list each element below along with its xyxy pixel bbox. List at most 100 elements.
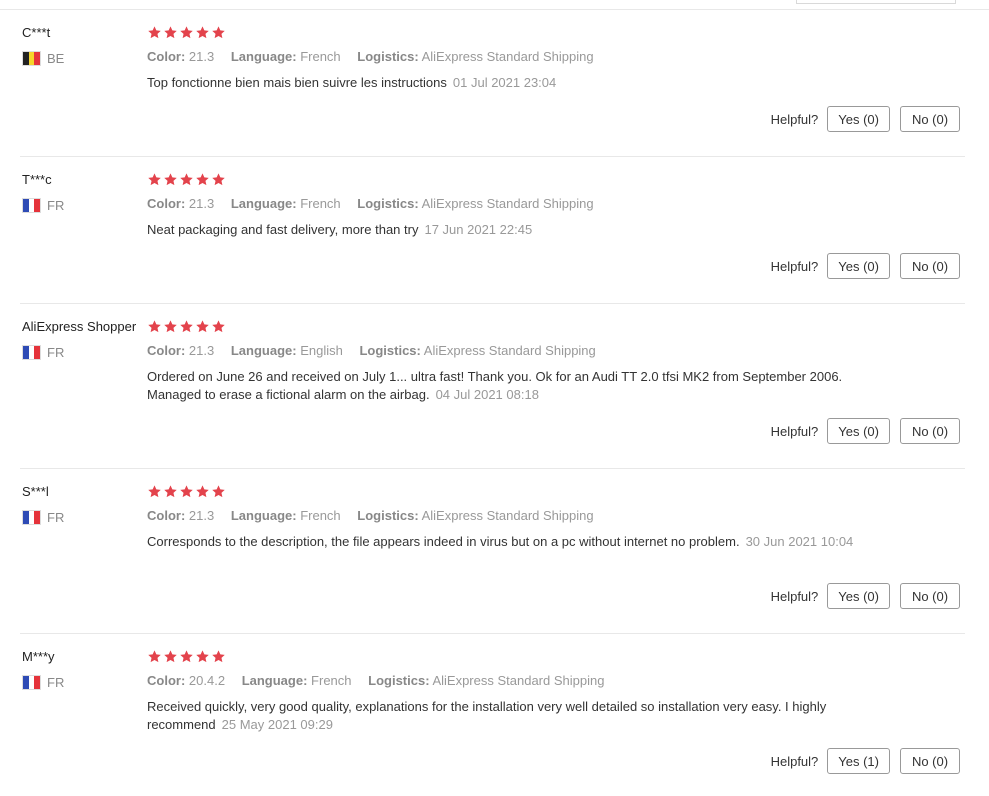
star-icon xyxy=(179,172,194,187)
review-meta: Color: 21.3 Language: French Logistics: … xyxy=(147,49,607,64)
star-rating xyxy=(147,649,226,664)
review-meta: Color: 21.3 Language: English Logistics:… xyxy=(147,343,609,358)
review-text: Ordered on June 26 and received on July … xyxy=(147,368,887,404)
star-icon xyxy=(163,484,178,499)
reviewer-name: T***c xyxy=(22,172,52,187)
france-flag-icon xyxy=(22,674,41,690)
star-icon xyxy=(179,484,194,499)
color-value: 21.3 xyxy=(188,49,215,64)
color-value: 21.3 xyxy=(188,196,215,211)
star-icon xyxy=(195,484,210,499)
review-date: 04 Jul 2021 08:18 xyxy=(435,387,539,402)
reviewer-name: C***t xyxy=(22,25,51,40)
language-label: Language: xyxy=(241,673,308,688)
color-label: Color: xyxy=(147,673,186,688)
logistics-value: AliExpress Standard Shipping xyxy=(423,343,596,358)
logistics-value: AliExpress Standard Shipping xyxy=(432,673,605,688)
helpful-label: Helpful? xyxy=(770,588,819,604)
review-text: Neat packaging and fast delivery, more t… xyxy=(147,221,887,239)
helpful-no-button[interactable]: No (0) xyxy=(900,748,960,774)
helpful-yes-button[interactable]: Yes (0) xyxy=(827,253,890,279)
review-date: 17 Jun 2021 22:45 xyxy=(424,222,533,237)
star-icon xyxy=(147,25,162,40)
country-code: FR xyxy=(47,197,65,213)
language-value: French xyxy=(300,508,341,523)
color-value: 21.3 xyxy=(188,508,215,523)
star-icon xyxy=(147,649,162,664)
star-icon xyxy=(195,172,210,187)
logistics-label: Logistics: xyxy=(357,49,419,64)
france-flag-icon xyxy=(22,197,41,213)
star-icon xyxy=(163,25,178,40)
language-value: French xyxy=(300,49,341,64)
helpful-no-button[interactable]: No (0) xyxy=(900,418,960,444)
color-value: 20.4.2 xyxy=(188,673,226,688)
france-flag-icon xyxy=(22,344,41,360)
color-label: Color: xyxy=(147,508,186,523)
reviewer-country: FR xyxy=(22,197,64,213)
reviewer-country: BE xyxy=(22,50,64,66)
language-label: Language: xyxy=(230,196,297,211)
sort-dropdown-edge[interactable] xyxy=(796,0,956,4)
star-icon xyxy=(211,25,226,40)
star-icon xyxy=(163,319,178,334)
star-icon xyxy=(147,484,162,499)
france-flag-icon xyxy=(22,509,41,525)
star-icon xyxy=(179,25,194,40)
review-date: 01 Jul 2021 23:04 xyxy=(452,75,557,90)
helpful-yes-button[interactable]: Yes (0) xyxy=(827,583,890,609)
logistics-value: AliExpress Standard Shipping xyxy=(421,49,594,64)
helpful-no-button[interactable]: No (0) xyxy=(900,106,960,132)
reviewer-name: S***l xyxy=(22,484,49,499)
star-icon xyxy=(147,319,162,334)
review-body: Corresponds to the description, the file… xyxy=(147,534,740,549)
logistics-label: Logistics: xyxy=(357,508,419,523)
helpful-no-button[interactable]: No (0) xyxy=(900,583,960,609)
star-icon xyxy=(211,484,226,499)
review-item: AliExpress Shopper FR Color: 21.3 Langua… xyxy=(0,319,989,469)
review-divider xyxy=(20,156,965,157)
helpful-label: Helpful? xyxy=(770,258,819,274)
helpful-yes-button[interactable]: Yes (0) xyxy=(827,106,890,132)
star-icon xyxy=(163,649,178,664)
review-date: 25 May 2021 09:29 xyxy=(221,717,333,732)
helpful-row: Helpful? Yes (0) No (0) xyxy=(771,106,960,132)
helpful-row: Helpful? Yes (0) No (0) xyxy=(771,583,960,609)
country-code: FR xyxy=(47,344,65,360)
helpful-row: Helpful? Yes (0) No (0) xyxy=(771,253,960,279)
language-value: French xyxy=(311,673,352,688)
country-code: FR xyxy=(47,509,65,525)
helpful-row: Helpful? Yes (1) No (0) xyxy=(771,748,960,774)
country-code: FR xyxy=(47,674,65,690)
review-divider xyxy=(20,633,965,634)
review-item: C***t BE Color: 21.3 Language: French Lo… xyxy=(0,25,989,157)
language-label: Language: xyxy=(230,49,297,64)
star-icon xyxy=(211,172,226,187)
reviewer-country: FR xyxy=(22,344,64,360)
reviewer-country: FR xyxy=(22,509,64,525)
top-divider xyxy=(0,9,989,10)
color-label: Color: xyxy=(147,196,186,211)
star-icon xyxy=(179,319,194,334)
helpful-label: Helpful? xyxy=(770,753,819,769)
review-divider xyxy=(20,468,965,469)
helpful-yes-button[interactable]: Yes (0) xyxy=(827,418,890,444)
star-rating xyxy=(147,172,226,187)
language-label: Language: xyxy=(230,343,297,358)
country-code: BE xyxy=(47,50,65,66)
review-item: S***l FR Color: 21.3 Language: French Lo… xyxy=(0,484,989,634)
star-icon xyxy=(195,649,210,664)
review-text: Corresponds to the description, the file… xyxy=(147,533,862,551)
review-date: 30 Jun 2021 10:04 xyxy=(745,534,854,549)
belgium-flag-icon xyxy=(22,50,41,66)
helpful-no-button[interactable]: No (0) xyxy=(900,253,960,279)
language-label: Language: xyxy=(230,508,297,523)
review-text: Top fonctionne bien mais bien suivre les… xyxy=(147,74,887,92)
logistics-value: AliExpress Standard Shipping xyxy=(421,196,594,211)
review-item: M***y FR Color: 20.4.2 Language: French … xyxy=(0,649,989,796)
reviewer-name: M***y xyxy=(22,649,55,664)
helpful-yes-button[interactable]: Yes (1) xyxy=(827,748,890,774)
reviewer-name: AliExpress Shopper xyxy=(22,319,137,334)
star-icon xyxy=(195,319,210,334)
reviewer-country: FR xyxy=(22,674,64,690)
